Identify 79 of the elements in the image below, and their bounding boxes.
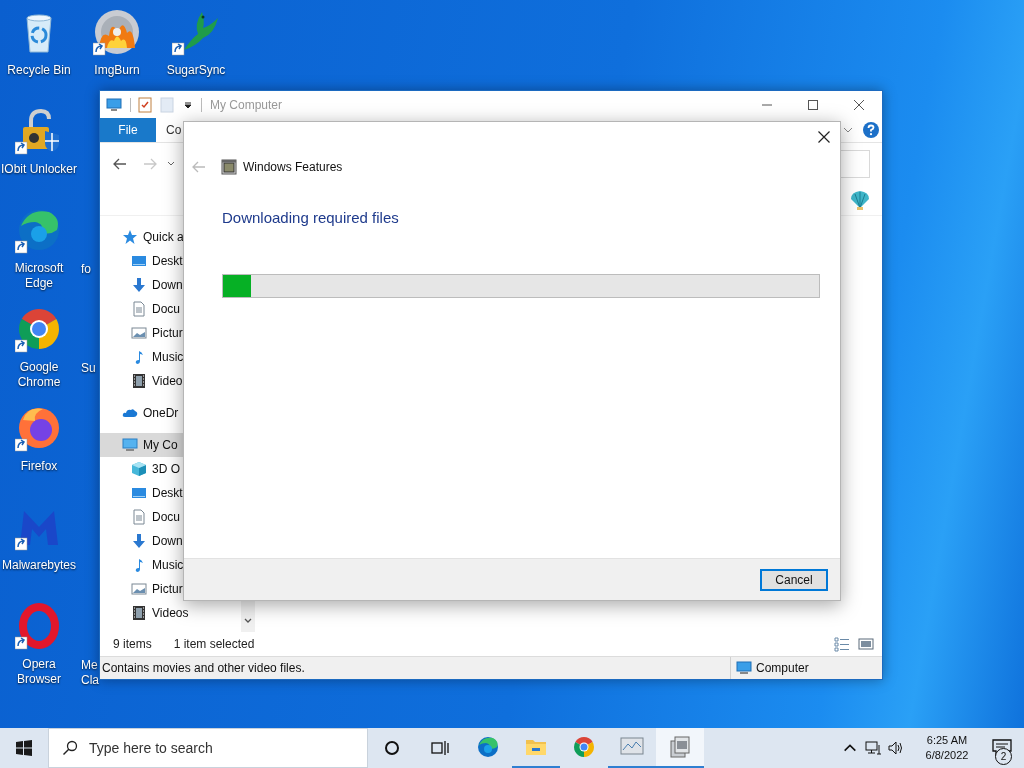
nav-item[interactable]: Videos (100, 601, 241, 625)
nav-item[interactable]: Down (100, 529, 241, 553)
stacked-windows-icon (668, 735, 692, 759)
icon-label[interactable]: Me Cla (81, 658, 99, 688)
nav-item[interactable]: Deskt (100, 481, 241, 505)
monitor-icon (131, 485, 147, 501)
status-heading: Downloading required files (221, 208, 400, 228)
maximize-icon (808, 99, 818, 110)
icon-label[interactable]: Google Chrome (0, 360, 78, 390)
nav-item[interactable]: 3D O (100, 457, 241, 481)
document-icon (131, 301, 147, 317)
nav-item[interactable]: Down (100, 273, 241, 297)
picture-icon (131, 581, 147, 597)
icon-label[interactable]: Su (81, 361, 96, 376)
computer-icon (736, 660, 752, 676)
window-icon (221, 159, 237, 175)
down-arrow-icon (131, 277, 147, 293)
down-arrow-icon (131, 533, 147, 549)
close-icon (854, 99, 864, 110)
document-icon (131, 509, 147, 525)
search-icon (62, 740, 78, 756)
icon-label[interactable]: Malwarebytes (2, 558, 76, 573)
monitor-icon (131, 253, 147, 269)
computer-icon[interactable] (106, 96, 122, 113)
volume-icon[interactable] (888, 740, 904, 756)
large-icons-view-icon[interactable] (858, 636, 874, 652)
icon-label[interactable]: Microsoft Edge (0, 261, 78, 291)
picture-icon (131, 325, 147, 341)
windows-logo-icon (16, 740, 32, 756)
nav-item[interactable]: Music (100, 553, 241, 577)
ring-icon (384, 740, 400, 756)
location-label: Computer (756, 661, 809, 675)
icon-label[interactable]: ImgBurn (94, 63, 140, 78)
icon-label[interactable]: Opera Browser (0, 657, 78, 687)
color-wheel-icon (572, 735, 596, 759)
search-field[interactable]: Type here to search (48, 728, 368, 768)
task-view-icon (431, 740, 449, 756)
swirl-icon (476, 735, 500, 759)
window-app-button[interactable] (656, 728, 704, 768)
network-icon[interactable] (865, 740, 881, 756)
nav-item[interactable]: Music (100, 345, 241, 369)
nav-item[interactable]: OneDr (100, 401, 241, 425)
file-menu-button[interactable]: File (100, 118, 156, 142)
film-icon (131, 605, 147, 621)
selection-count: 1 item selected (173, 637, 255, 651)
status-description: Contains movies and other video files. (102, 661, 305, 675)
checklist-icon[interactable] (137, 96, 153, 113)
close-icon (818, 131, 830, 143)
back-arrow-icon[interactable] (112, 156, 128, 172)
nav-item[interactable]: Docu (100, 505, 241, 529)
shell-icon[interactable] (848, 188, 872, 212)
dropdown-icon[interactable] (183, 99, 193, 110)
film-icon (131, 373, 147, 389)
icon-label[interactable]: fo (81, 262, 91, 277)
nav-item[interactable]: Deskt (100, 249, 241, 273)
clock-time: 6:25 AM (926, 733, 968, 748)
nav-item[interactable]: Quick a (100, 225, 241, 249)
clock[interactable]: 6:25 AM 6/8/2022 (914, 733, 980, 763)
nav-item[interactable]: Docu (100, 297, 241, 321)
nav-item[interactable]: Pictur (100, 577, 241, 601)
ribbon-tab[interactable]: Co (156, 118, 182, 142)
window-title: My Computer (210, 97, 283, 112)
details-view-icon[interactable] (834, 636, 850, 652)
nav-item[interactable]: Video (100, 369, 241, 393)
icon-label[interactable]: SugarSync (166, 63, 226, 78)
icon-label[interactable]: Firefox (20, 459, 58, 474)
help-icon[interactable] (862, 121, 880, 139)
icon-label[interactable]: IObit Unlocker (1, 162, 77, 177)
clock-date: 6/8/2022 (925, 748, 969, 763)
disc-icon[interactable] (93, 8, 141, 56)
cancel-button[interactable]: Cancel (760, 568, 828, 591)
notification-count: 2 (995, 748, 1012, 765)
computer-icon (122, 437, 138, 453)
icon-label[interactable]: Recycle Bin (7, 63, 71, 78)
cube-icon (131, 461, 147, 477)
nav-item[interactable]: Pictur (100, 321, 241, 345)
dialog-title: Windows Features (243, 160, 343, 174)
star-icon (122, 229, 138, 245)
item-count: 9 items (113, 637, 152, 651)
